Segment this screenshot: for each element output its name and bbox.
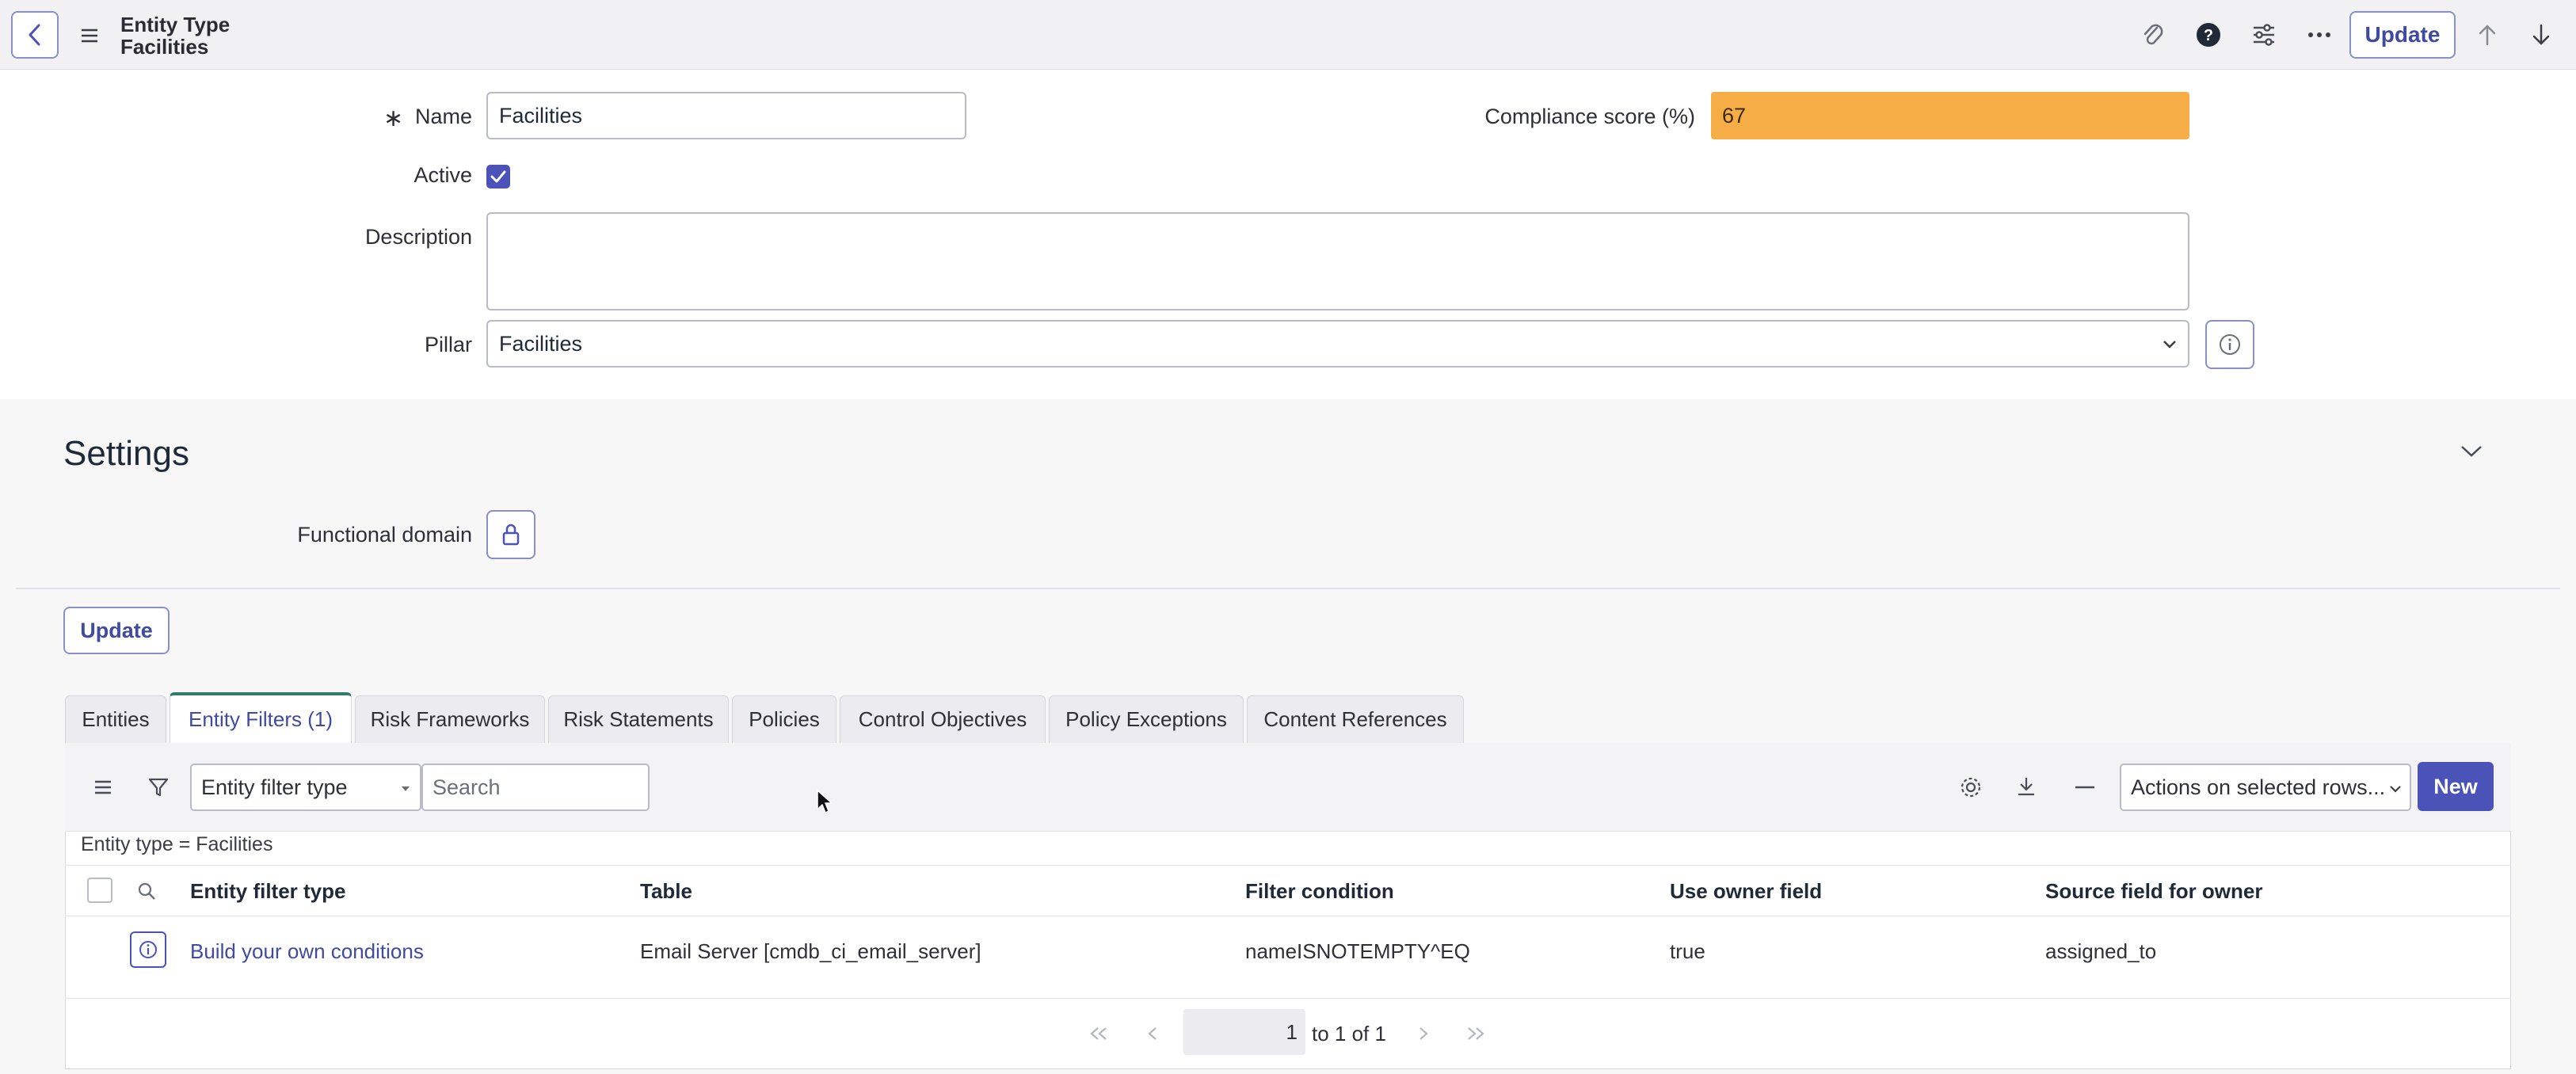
section-divider: [16, 588, 2560, 589]
table-cell-source-field-for-owner: assigned_to: [2045, 939, 2157, 963]
row-divider: [65, 998, 2511, 999]
lock-icon: [502, 524, 520, 546]
functional-domain-lock-button[interactable]: [486, 510, 535, 559]
column-search-icon[interactable]: [133, 878, 160, 905]
actions-select-value: Actions on selected rows...: [2131, 775, 2386, 799]
form-header: [0, 0, 2576, 70]
name-label: Name: [414, 105, 472, 128]
description-label: Description: [364, 225, 472, 249]
tab-entities[interactable]: Entities: [65, 695, 166, 743]
mouse-cursor-icon: [816, 789, 833, 814]
tab-control-objectives[interactable]: Control Objectives: [840, 695, 1046, 743]
gear-icon[interactable]: [1957, 773, 1985, 802]
settings-section-title: Settings: [63, 434, 189, 473]
pillar-select-value: Facilities: [499, 331, 583, 356]
search-field-select[interactable]: Entity filter type: [190, 764, 421, 811]
actions-on-selected-rows-select[interactable]: Actions on selected rows...: [2120, 764, 2411, 811]
column-header-entity-filter-type[interactable]: Entity filter type: [190, 879, 345, 904]
list-breadcrumb[interactable]: Entity type = Facilities: [81, 833, 272, 856]
header-divider: [65, 865, 2511, 866]
table-cell-filter-condition: nameISNOTEMPTY^EQ: [1245, 939, 1470, 963]
help-icon[interactable]: ?: [2194, 21, 2223, 49]
compliance-score-field: 67: [1711, 92, 2189, 139]
header-title-type: Entity Type: [120, 13, 231, 36]
back-icon: [29, 24, 40, 46]
active-label: Active: [413, 163, 472, 187]
update-button-header[interactable]: Update: [2349, 11, 2456, 59]
collapse-chevron-icon[interactable]: [2457, 437, 2486, 466]
sliders-icon[interactable]: [2250, 21, 2278, 49]
more-icon[interactable]: [2305, 21, 2334, 49]
compliance-score-label: Compliance score (%): [1484, 105, 1695, 128]
tab-content-references[interactable]: Content References: [1247, 695, 1464, 743]
column-header-use-owner-field[interactable]: Use owner field: [1670, 879, 1822, 904]
last-page-icon[interactable]: [1464, 1022, 1488, 1045]
update-button-form[interactable]: Update: [63, 607, 170, 654]
arrow-up-icon[interactable]: [2473, 21, 2502, 49]
chevron-down-icon: [2163, 341, 2176, 348]
chevron-down-icon: [2390, 786, 2401, 793]
back-button[interactable]: [11, 11, 59, 59]
info-icon: [139, 941, 157, 958]
list-search-input[interactable]: Search: [421, 764, 650, 811]
table-cell-table: Email Server [cmdb_ci_email_server]: [640, 939, 981, 963]
page-number-input[interactable]: 1: [1183, 1009, 1305, 1055]
pillar-info-button[interactable]: [2205, 320, 2254, 369]
tab-policies[interactable]: Policies: [732, 695, 836, 743]
previous-page-icon[interactable]: [1141, 1022, 1164, 1045]
arrow-down-icon[interactable]: [2527, 21, 2555, 49]
tab-risk-frameworks[interactable]: Risk Frameworks: [355, 695, 545, 743]
collapse-list-icon[interactable]: [2071, 773, 2099, 802]
tab-policy-exceptions[interactable]: Policy Exceptions: [1049, 695, 1244, 743]
table-cell-entity-filter-type-link[interactable]: Build your own conditions: [190, 939, 424, 964]
description-field[interactable]: [486, 212, 2189, 310]
functional-domain-label: Functional domain: [297, 523, 472, 547]
tab-entity-filters[interactable]: Entity Filters (1): [170, 692, 352, 743]
info-icon: [2220, 334, 2240, 355]
column-header-source-field-for-owner[interactable]: Source field for owner: [2045, 879, 2263, 904]
list-menu-icon[interactable]: [90, 775, 116, 800]
next-page-icon[interactable]: [1412, 1022, 1435, 1045]
checkmark-icon: [490, 170, 506, 183]
caret-down-icon: [402, 786, 410, 791]
new-button[interactable]: New: [2418, 762, 2494, 811]
pillar-select[interactable]: Facilities: [486, 320, 2189, 368]
menu-icon[interactable]: [78, 24, 101, 48]
pillar-label: Pillar: [424, 333, 472, 356]
tab-risk-statements[interactable]: Risk Statements: [548, 695, 729, 743]
column-header-table[interactable]: Table: [640, 879, 692, 904]
paperclip-icon[interactable]: [2139, 21, 2167, 49]
column-header-filter-condition[interactable]: Filter condition: [1245, 879, 1394, 904]
name-field[interactable]: Facilities: [486, 92, 966, 139]
svg-text:?: ?: [2204, 27, 2213, 44]
row-preview-button[interactable]: [130, 931, 166, 968]
header-title-record: Facilities: [120, 35, 209, 59]
first-page-icon[interactable]: [1087, 1022, 1111, 1045]
search-field-value: Entity filter type: [201, 775, 348, 799]
select-all-checkbox[interactable]: [87, 878, 112, 903]
active-checkbox[interactable]: [486, 165, 510, 189]
table-cell-use-owner-field: true: [1670, 939, 1705, 963]
pagination-range-text: to 1 of 1: [1312, 1022, 1386, 1045]
personalize-icon[interactable]: [2012, 773, 2041, 802]
filter-icon[interactable]: [146, 775, 171, 800]
